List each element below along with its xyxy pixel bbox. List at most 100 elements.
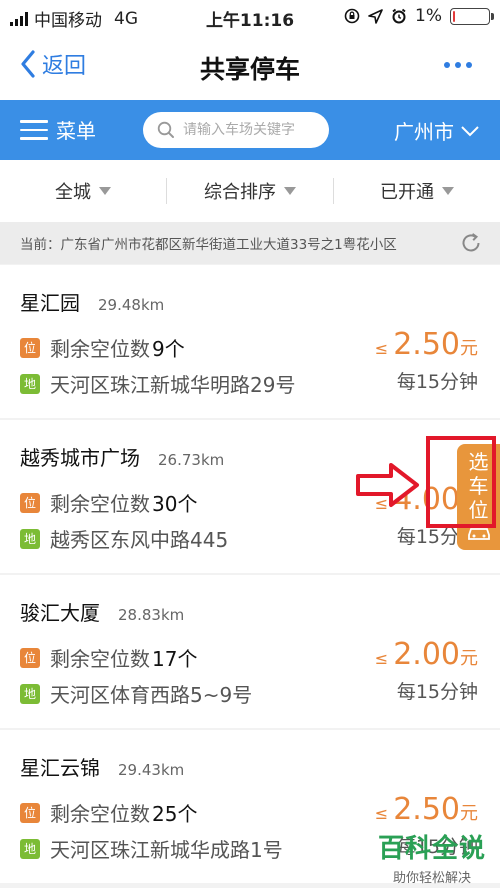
price-period: 每15分钟: [396, 371, 478, 393]
filter-bar: 全城 综合排序 已开通: [0, 160, 500, 222]
spaces-row: 位剩余空位数 25个: [20, 798, 197, 827]
lot-name-row: 星汇园 29.48km: [20, 287, 164, 316]
more-dot: [466, 62, 472, 68]
lot-distance: 29.43km: [118, 761, 185, 779]
parking-list: 星汇园 29.48km 位剩余空位数 9个 地天河区珠江新城华明路29号 ≤ 2.5…: [0, 265, 500, 885]
pointer-arrow-icon: [356, 463, 419, 507]
lot-distance: 26.73km: [158, 451, 225, 469]
position-tag: 位: [20, 337, 40, 358]
nav-bar: 返回 共享停车: [0, 34, 500, 100]
parking-lot-item[interactable]: 骏汇大厦 28.83km 位剩余空位数 17个 地天河区体育西路5~9号 ≤ 2.0…: [0, 575, 500, 728]
search-box[interactable]: [143, 112, 329, 148]
filter-status[interactable]: 已开通: [334, 178, 500, 204]
spaces-row: 位剩余空位数 17个: [20, 643, 197, 672]
parking-lot-item[interactable]: 星汇园 29.48km 位剩余空位数 9个 地天河区珠江新城华明路29号 ≤ 2.5…: [0, 265, 500, 418]
lot-price: ≤ 2.00元: [375, 637, 478, 672]
position-tag: 位: [20, 647, 40, 668]
search-toolbar: 菜单 广州市: [0, 100, 500, 160]
address-tag: 地: [20, 683, 40, 704]
city-selector[interactable]: 广州市: [394, 116, 480, 145]
lot-address: 天河区珠江新城华成路1号: [50, 838, 283, 862]
search-icon: [157, 121, 174, 138]
lot-address: 天河区珠江新城华明路29号: [50, 373, 296, 397]
address-row: 地天河区体育西路5~9号: [20, 679, 252, 708]
price-prefix: ≤: [374, 649, 389, 668]
price-unit: 元: [460, 648, 478, 669]
address-tag: 地: [20, 528, 40, 549]
more-dots-icon: [444, 62, 450, 68]
filter-sort-label: 综合排序: [204, 182, 276, 203]
lot-address: 天河区体育西路5~9号: [50, 683, 253, 707]
dropdown-triangle-icon: [442, 187, 454, 195]
lot-name-row: 星汇云锦 29.43km: [20, 752, 184, 781]
lot-name: 越秀城市广场: [20, 446, 140, 470]
spaces-count: 17个: [152, 647, 198, 671]
parking-lot-item[interactable]: 越秀城市广场 26.73km 位剩余空位数 30个 地越秀区东风中路445 ≤ 4.…: [0, 420, 500, 573]
lot-distance: 28.83km: [118, 606, 185, 624]
more-button[interactable]: [444, 62, 472, 68]
battery-percent: 1%: [415, 6, 442, 26]
lot-price: ≤ 2.50元: [375, 792, 478, 827]
address-tag: 地: [20, 838, 40, 859]
alarm-icon: [392, 8, 406, 24]
city-label: 广州市: [394, 120, 454, 144]
lot-name: 骏汇大厦: [20, 601, 100, 625]
page-title: 共享停车: [199, 55, 300, 84]
status-right: 1%: [344, 6, 494, 26]
current-location: 当前：广东省广州市花都区新华街道工业大道33号之1粤花小区: [0, 222, 500, 264]
price-unit: 元: [460, 803, 478, 824]
lot-address: 越秀区东风中路445: [50, 528, 229, 552]
menu-label: 菜单: [56, 119, 96, 144]
price-value: 2.50: [393, 792, 460, 827]
filter-area[interactable]: 全城: [0, 178, 166, 204]
spaces-count: 30个: [152, 492, 198, 516]
filter-status-label: 已开通: [380, 182, 434, 203]
price-prefix: ≤: [374, 804, 389, 823]
status-bar: 中国移动 4G 上午11:16 1%: [0, 0, 500, 34]
battery-icon: [450, 7, 494, 25]
lot-name: 星汇园: [20, 291, 80, 315]
more-dot: [455, 62, 461, 68]
watermark: 百科全说 助你轻松解决: [378, 828, 486, 886]
spaces-label: 剩余空位数: [50, 337, 150, 361]
rotation-lock-icon: [344, 8, 360, 24]
price-prefix: ≤: [374, 339, 389, 358]
filter-sort[interactable]: 综合排序: [167, 178, 333, 204]
current-location-text: 当前：广东省广州市花都区新华街道工业大道33号之1粤花小区: [20, 237, 397, 253]
address-row: 地越秀区东风中路445: [20, 524, 228, 553]
lot-price: ≤ 2.50元: [375, 327, 478, 362]
search-input[interactable]: [183, 122, 313, 138]
location-arrow-icon: [368, 8, 383, 24]
lot-name-row: 越秀城市广场 26.73km: [20, 442, 224, 471]
dropdown-triangle-icon: [99, 187, 111, 195]
filter-area-label: 全城: [55, 182, 91, 203]
address-row: 地天河区珠江新城华明路29号: [20, 369, 295, 398]
address-row: 地天河区珠江新城华成路1号: [20, 834, 283, 863]
spaces-count: 9个: [152, 337, 185, 361]
position-tag: 位: [20, 492, 40, 513]
hamburger-icon: [20, 114, 48, 146]
chevron-down-icon: [461, 125, 479, 136]
lot-name: 星汇云锦: [20, 756, 100, 780]
price-value: 2.00: [393, 637, 460, 672]
battery-level: [453, 10, 455, 22]
spaces-row: 位剩余空位数 9个: [20, 333, 185, 362]
price-unit: 元: [460, 338, 478, 359]
price-value: 2.50: [393, 327, 460, 362]
menu-button[interactable]: 菜单: [20, 114, 96, 146]
lot-name-row: 骏汇大厦 28.83km: [20, 597, 184, 626]
highlight-box: [426, 436, 496, 528]
lot-distance: 29.48km: [98, 296, 165, 314]
price-period: 每15分钟: [396, 681, 478, 703]
watermark-subtitle: 助你轻松解决: [392, 871, 471, 886]
spaces-label: 剩余空位数: [50, 492, 150, 516]
spaces-count: 25个: [152, 802, 198, 826]
watermark-title: 百科全说: [377, 834, 486, 864]
spaces-row: 位剩余空位数 30个: [20, 488, 197, 517]
position-tag: 位: [20, 802, 40, 823]
spaces-label: 剩余空位数: [50, 802, 150, 826]
refresh-icon[interactable]: [460, 232, 482, 254]
dropdown-triangle-icon: [284, 187, 296, 195]
address-tag: 地: [20, 373, 40, 394]
spaces-label: 剩余空位数: [50, 647, 150, 671]
